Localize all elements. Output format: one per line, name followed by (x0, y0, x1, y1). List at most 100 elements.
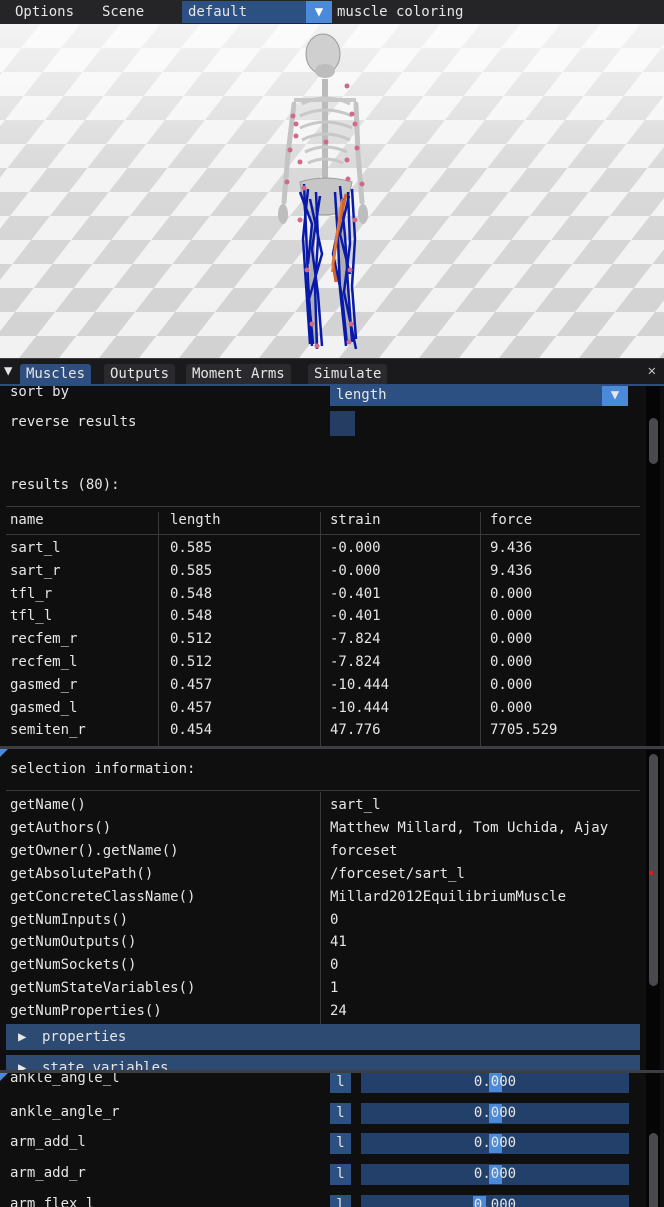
cell-length: 0.512 (170, 631, 213, 648)
coordinate-slider[interactable]: 0.000 (361, 1133, 629, 1155)
info-row: getName() sart_l (0, 795, 640, 817)
cell-force: 0.000 (490, 676, 533, 693)
table-row[interactable]: tfl_r 0.548 -0.401 0.000 (0, 584, 640, 606)
preset-dropdown[interactable]: default ▼ (182, 1, 332, 23)
lock-toggle-button[interactable]: l (330, 1102, 351, 1124)
tab-outputs[interactable]: Outputs (104, 364, 176, 385)
state-variables-header[interactable]: ▶ state variables (6, 1055, 640, 1070)
column-header-strain[interactable]: strain (330, 510, 381, 530)
properties-header[interactable]: ▶ properties (6, 1024, 640, 1050)
info-value: 24 (330, 1003, 347, 1020)
selection-scrollbar[interactable] (646, 750, 660, 1070)
coordinate-slider[interactable]: 0.000 (361, 1102, 629, 1124)
cell-name: semiten_r (10, 722, 86, 739)
info-key: getConcreteClassName() (10, 888, 196, 905)
reverse-results-checkbox[interactable] (330, 411, 355, 436)
lock-toggle-button[interactable]: l (330, 1164, 351, 1186)
column-header-name[interactable]: name (10, 510, 44, 530)
scroll-thumb[interactable] (649, 418, 658, 464)
coordinate-row: ankle_angle_l l 0.000 (0, 1073, 640, 1100)
cell-strain: -0.401 (330, 585, 381, 602)
selection-table-border (6, 790, 640, 791)
info-row: getNumSockets() 0 (0, 955, 640, 977)
info-row: getNumStateVariables() 1 (0, 978, 640, 1000)
muscles-scrollbar[interactable] (646, 386, 660, 746)
table-row[interactable]: semiten_r 0.454 47.776 7705.529 (0, 720, 640, 742)
coordinate-slider[interactable]: 0.000 (361, 1164, 629, 1186)
scroll-thumb[interactable] (649, 754, 658, 986)
cell-force: 0.000 (490, 699, 533, 716)
cell-name: recfem_r (10, 631, 78, 648)
cell-length: 0.457 (170, 676, 213, 693)
table-row[interactable]: sart_l 0.585 -0.000 9.436 (0, 538, 640, 560)
slider-value: 0.000 (473, 1104, 517, 1121)
cell-strain: -7.824 (330, 631, 381, 648)
info-key: getAuthors() (10, 819, 112, 836)
table-row[interactable]: tfl_l 0.548 -0.401 0.000 (0, 606, 640, 628)
menu-bar: Options Scene default ▼ muscle coloring (0, 0, 664, 24)
sort-by-label: sort by (10, 386, 70, 400)
info-row: getNumInputs() 0 (0, 910, 640, 932)
cell-strain: 47.776 (330, 722, 381, 739)
3d-viewport[interactable] (0, 24, 664, 358)
scene-canvas[interactable] (0, 24, 664, 358)
info-row: getAbsolutePath() /forceset/sart_l (0, 864, 640, 886)
cell-length: 0.585 (170, 540, 213, 556)
coordinate-name: arm_add_l (10, 1134, 86, 1151)
sort-by-value: length (336, 387, 387, 403)
table-row[interactable]: sart_r 0.585 -0.000 9.436 (0, 561, 640, 583)
slider-value: 0.000 (473, 1196, 517, 1207)
cell-strain: -0.401 (330, 608, 381, 625)
coordinate-name: ankle_angle_r (10, 1103, 120, 1120)
coordinate-slider[interactable]: 0.000 (361, 1073, 629, 1093)
tab-moment-arms[interactable]: Moment Arms (186, 364, 291, 385)
info-value: 0 (330, 911, 339, 928)
tab-simulate[interactable]: Simulate (308, 364, 388, 385)
table-row[interactable]: recfem_l 0.512 -7.824 0.000 (0, 652, 640, 674)
column-header-length[interactable]: length (170, 510, 221, 530)
coordinate-name: arm_add_r (10, 1165, 86, 1182)
menu-scene[interactable]: Scene (102, 3, 144, 21)
collapse-arrow-icon[interactable]: ▼ (4, 363, 12, 379)
panel-splitter[interactable] (0, 746, 664, 749)
cell-length: 0.457 (170, 699, 213, 716)
lock-toggle-button[interactable]: l (330, 1194, 351, 1207)
coordinate-row: ankle_angle_r l 0.000 (0, 1102, 640, 1131)
dropdown-arrow-icon[interactable]: ▼ (602, 386, 628, 406)
coordinate-row: arm_add_l l 0.000 (0, 1133, 640, 1161)
column-header-force[interactable]: force (490, 510, 532, 530)
coordinate-slider[interactable]: 0.000 (361, 1194, 629, 1207)
info-key: getNumSockets() (10, 957, 137, 974)
sort-by-dropdown[interactable]: length ▼ (330, 386, 628, 406)
coordinates-panel: ankle_angle_l l 0.000 ankle_angle_r l 0.000 ar… (0, 1073, 664, 1207)
table-top-border (6, 506, 640, 507)
info-row: getConcreteClassName() Millard2012Equilib… (0, 887, 640, 909)
close-icon[interactable]: ✕ (648, 363, 656, 379)
cell-strain: -10.444 (330, 676, 390, 693)
cell-length: 0.454 (170, 722, 213, 739)
table-row[interactable]: gasmed_r 0.457 -10.444 0.000 (0, 675, 640, 697)
dropdown-arrow-icon[interactable]: ▼ (306, 1, 332, 23)
cell-name: tfl_r (10, 585, 53, 602)
muscle-coloring-label[interactable]: muscle coloring (337, 3, 463, 21)
cell-length: 0.512 (170, 654, 213, 670)
cell-name: sart_l (10, 540, 61, 556)
lock-toggle-button[interactable]: l (330, 1133, 351, 1155)
scroll-marker (649, 871, 653, 875)
lock-toggle-button[interactable]: l (330, 1073, 351, 1093)
selection-panel: selection information: getName() sart_l ge… (0, 750, 664, 1070)
tab-muscles[interactable]: Muscles (20, 364, 92, 385)
info-key: getNumInputs() (10, 911, 129, 928)
cell-length: 0.548 (170, 608, 213, 625)
state-variables-label: state variables (42, 1060, 169, 1070)
scroll-thumb[interactable] (649, 1133, 658, 1207)
cell-name: recfem_l (10, 654, 78, 670)
coordinates-scrollbar[interactable] (646, 1073, 660, 1207)
table-row[interactable]: gasmed_l 0.457 -10.444 0.000 (0, 698, 640, 720)
menu-options[interactable]: Options (15, 3, 74, 21)
cell-strain: -10.444 (330, 699, 390, 716)
info-key: getName() (10, 797, 86, 813)
info-key: getAbsolutePath() (10, 865, 154, 882)
coordinate-row: arm_flex_l l 0.000 (0, 1194, 640, 1207)
table-row[interactable]: recfem_r 0.512 -7.824 0.000 (0, 629, 640, 651)
